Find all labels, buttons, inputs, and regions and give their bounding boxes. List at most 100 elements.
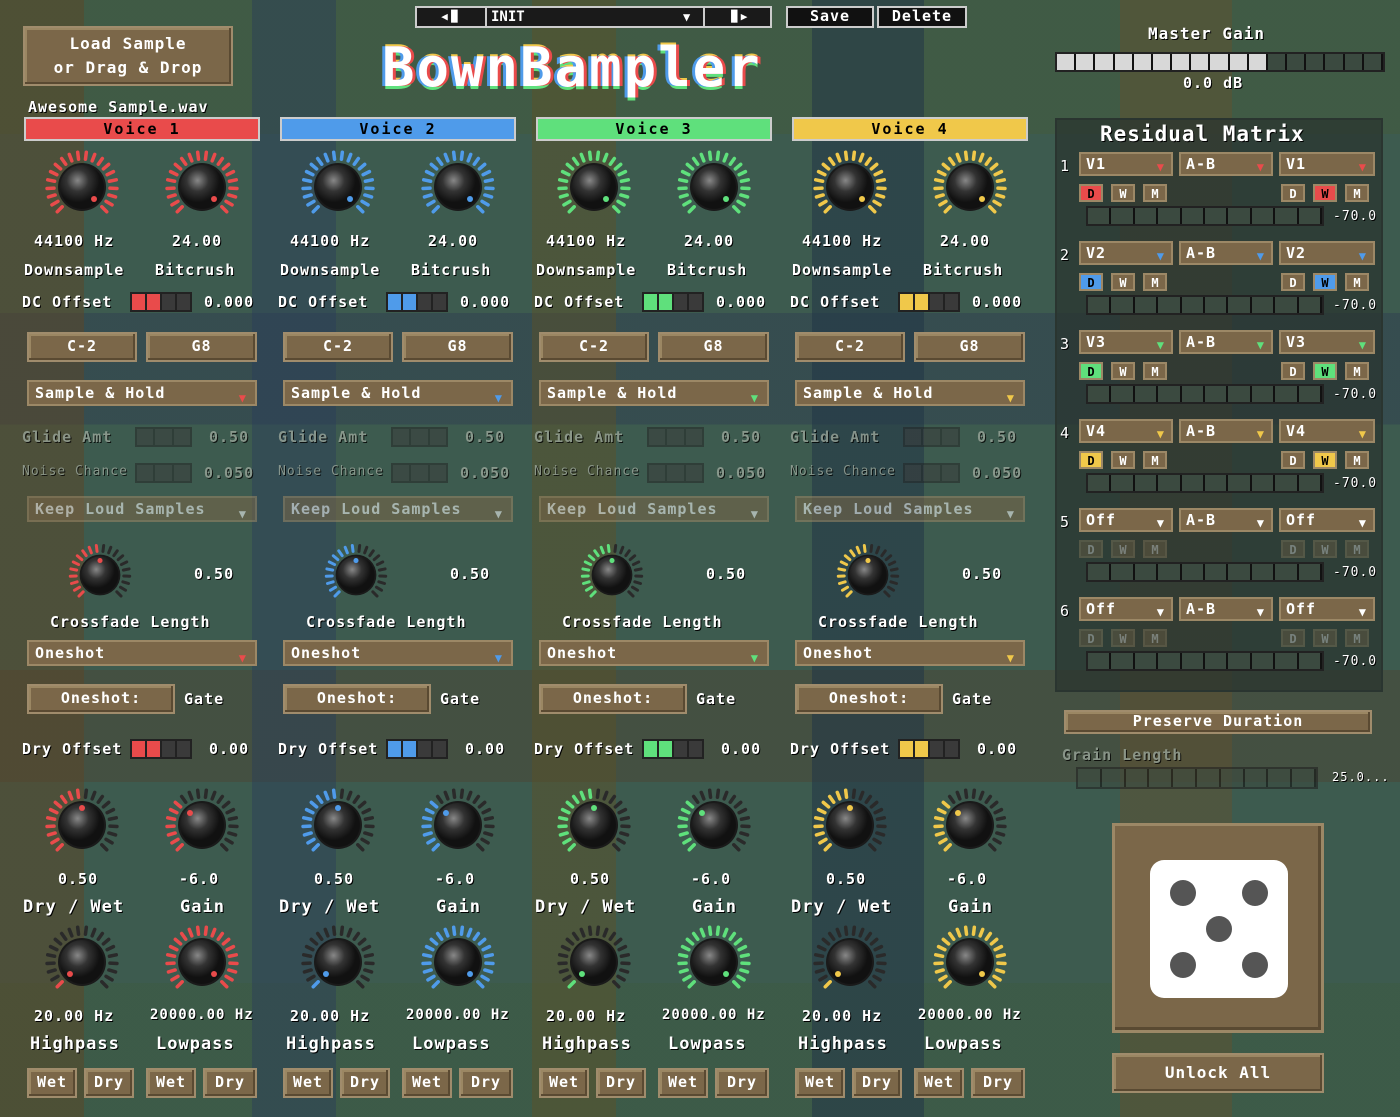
voice-2-note-high-button[interactable]: G8 — [402, 332, 513, 362]
voice-2-noise-slider[interactable] — [391, 463, 448, 483]
matrix-row-2-a-toggle-m[interactable]: M — [1143, 273, 1167, 291]
voice-3-lp-wet-button[interactable]: Wet — [658, 1068, 708, 1098]
delete-button[interactable]: Delete — [877, 6, 967, 28]
voice-4-oneshot-button[interactable]: Oneshot: — [795, 684, 943, 714]
voice-3-lowpass-knob[interactable] — [677, 925, 751, 999]
voice-1-lp-wet-button[interactable]: Wet — [146, 1068, 196, 1098]
voice-2-mode-dropdown[interactable]: Oneshot ▼ — [283, 640, 513, 666]
voice-4-lp-wet-button[interactable]: Wet — [914, 1068, 964, 1098]
matrix-row-6-b-toggle-m[interactable]: M — [1345, 629, 1369, 647]
voice-3-crossfade-knob[interactable] — [580, 543, 644, 607]
voice-1-lp-dry-button[interactable]: Dry — [203, 1068, 257, 1098]
matrix-row-4-a-toggle-w[interactable]: W — [1111, 451, 1135, 469]
voice-3-keep-loud-dropdown[interactable]: Keep Loud Samples ▼ — [539, 496, 769, 522]
matrix-row-6-b-toggle-w[interactable]: W — [1313, 629, 1337, 647]
voice-4-note-high-button[interactable]: G8 — [914, 332, 1025, 362]
matrix-row-4-source-b[interactable]: V4 ▼ — [1279, 419, 1375, 443]
voice-1-bitcrush-knob[interactable] — [165, 150, 239, 224]
voice-2-lp-dry-button[interactable]: Dry — [459, 1068, 513, 1098]
preset-prev-button[interactable]: ◀▐▌ — [417, 8, 487, 26]
matrix-row-5-a-toggle-m[interactable]: M — [1143, 540, 1167, 558]
voice-4-dc-offset-slider[interactable] — [898, 292, 960, 312]
voice-2-downsample-knob[interactable] — [301, 150, 375, 224]
voice-3-drywet-knob[interactable] — [557, 788, 631, 862]
voice-4-glide-slider[interactable] — [903, 427, 960, 447]
matrix-row-5-b-toggle-d[interactable]: D — [1281, 540, 1305, 558]
voice-1-note-low-button[interactable]: C-2 — [27, 332, 137, 362]
preset-next-button[interactable]: ▐▌▶ — [703, 8, 770, 26]
matrix-row-2-level-slider[interactable] — [1086, 295, 1324, 315]
matrix-row-3-b-toggle-m[interactable]: M — [1345, 362, 1369, 380]
matrix-row-2-b-toggle-w[interactable]: W — [1313, 273, 1337, 291]
unlock-all-button[interactable]: Unlock All — [1112, 1053, 1324, 1093]
matrix-row-5-source-b[interactable]: Off ▼ — [1279, 508, 1375, 532]
matrix-row-4-operation[interactable]: A-B ▼ — [1179, 419, 1273, 443]
matrix-row-6-level-slider[interactable] — [1086, 651, 1324, 671]
matrix-row-3-source-a[interactable]: V3 ▼ — [1079, 330, 1173, 354]
matrix-row-6-a-toggle-m[interactable]: M — [1143, 629, 1167, 647]
voice-1-hp-wet-button[interactable]: Wet — [27, 1068, 77, 1098]
matrix-row-5-a-toggle-d[interactable]: D — [1079, 540, 1103, 558]
matrix-row-3-b-toggle-w[interactable]: W — [1313, 362, 1337, 380]
voice-2-lowpass-knob[interactable] — [421, 925, 495, 999]
matrix-row-1-source-b[interactable]: V1 ▼ — [1279, 152, 1375, 176]
preserve-duration-button[interactable]: Preserve Duration — [1064, 710, 1372, 734]
voice-4-crossfade-knob[interactable] — [836, 543, 900, 607]
matrix-row-1-a-toggle-w[interactable]: W — [1111, 184, 1135, 202]
voice-2-interp-dropdown[interactable]: Sample & Hold ▼ — [283, 380, 513, 406]
voice-3-gain-knob[interactable] — [677, 788, 751, 862]
save-button[interactable]: Save — [786, 6, 874, 28]
voice-2-keep-loud-dropdown[interactable]: Keep Loud Samples ▼ — [283, 496, 513, 522]
voice-3-hp-wet-button[interactable]: Wet — [539, 1068, 589, 1098]
voice-3-note-low-button[interactable]: C-2 — [539, 332, 649, 362]
matrix-row-5-a-toggle-w[interactable]: W — [1111, 540, 1135, 558]
matrix-row-6-b-toggle-d[interactable]: D — [1281, 629, 1305, 647]
voice-2-dry-offset-slider[interactable] — [386, 739, 448, 759]
voice-3-lp-dry-button[interactable]: Dry — [715, 1068, 769, 1098]
voice-4-gain-knob[interactable] — [933, 788, 1007, 862]
matrix-row-3-operation[interactable]: A-B ▼ — [1179, 330, 1273, 354]
voice-1-oneshot-button[interactable]: Oneshot: — [27, 684, 175, 714]
voice-3-downsample-knob[interactable] — [557, 150, 631, 224]
voice-1-crossfade-knob[interactable] — [68, 543, 132, 607]
matrix-row-5-b-toggle-w[interactable]: W — [1313, 540, 1337, 558]
matrix-row-6-source-a[interactable]: Off ▼ — [1079, 597, 1173, 621]
voice-2-lp-wet-button[interactable]: Wet — [402, 1068, 452, 1098]
voice-2-crossfade-knob[interactable] — [324, 543, 388, 607]
voice-3-dry-offset-slider[interactable] — [642, 739, 704, 759]
matrix-row-5-source-a[interactable]: Off ▼ — [1079, 508, 1173, 532]
voice-4-lowpass-knob[interactable] — [933, 925, 1007, 999]
matrix-row-4-source-a[interactable]: V4 ▼ — [1079, 419, 1173, 443]
voice-1-dc-offset-slider[interactable] — [130, 292, 192, 312]
matrix-row-5-operation[interactable]: A-B ▼ — [1179, 508, 1273, 532]
voice-1-keep-loud-dropdown[interactable]: Keep Loud Samples ▼ — [27, 496, 257, 522]
matrix-row-5-b-toggle-m[interactable]: M — [1345, 540, 1369, 558]
voice-3-dc-offset-slider[interactable] — [642, 292, 704, 312]
matrix-row-1-source-a[interactable]: V1 ▼ — [1079, 152, 1173, 176]
matrix-row-1-b-toggle-m[interactable]: M — [1345, 184, 1369, 202]
voice-2-note-low-button[interactable]: C-2 — [283, 332, 393, 362]
matrix-row-6-source-b[interactable]: Off ▼ — [1279, 597, 1375, 621]
voice-2-hp-dry-button[interactable]: Dry — [340, 1068, 390, 1098]
voice-1-noise-slider[interactable] — [135, 463, 192, 483]
matrix-row-3-b-toggle-d[interactable]: D — [1281, 362, 1305, 380]
voice-1-gain-knob[interactable] — [165, 788, 239, 862]
matrix-row-2-b-toggle-m[interactable]: M — [1345, 273, 1369, 291]
grain-length-slider[interactable] — [1076, 767, 1318, 789]
matrix-row-4-b-toggle-m[interactable]: M — [1345, 451, 1369, 469]
load-sample-button[interactable]: Load Sample or Drag & Drop — [23, 26, 233, 86]
voice-2-hp-wet-button[interactable]: Wet — [283, 1068, 333, 1098]
matrix-row-4-a-toggle-m[interactable]: M — [1143, 451, 1167, 469]
voice-3-oneshot-button[interactable]: Oneshot: — [539, 684, 687, 714]
voice-1-highpass-knob[interactable] — [45, 925, 119, 999]
matrix-row-3-a-toggle-m[interactable]: M — [1143, 362, 1167, 380]
matrix-row-2-source-b[interactable]: V2 ▼ — [1279, 241, 1375, 265]
voice-4-note-low-button[interactable]: C-2 — [795, 332, 905, 362]
voice-1-drywet-knob[interactable] — [45, 788, 119, 862]
voice-1-hp-dry-button[interactable]: Dry — [84, 1068, 134, 1098]
matrix-row-6-a-toggle-d[interactable]: D — [1079, 629, 1103, 647]
voice-1-glide-slider[interactable] — [135, 427, 192, 447]
voice-4-downsample-knob[interactable] — [813, 150, 887, 224]
voice-4-dry-offset-slider[interactable] — [898, 739, 960, 759]
voice-3-hp-dry-button[interactable]: Dry — [596, 1068, 646, 1098]
